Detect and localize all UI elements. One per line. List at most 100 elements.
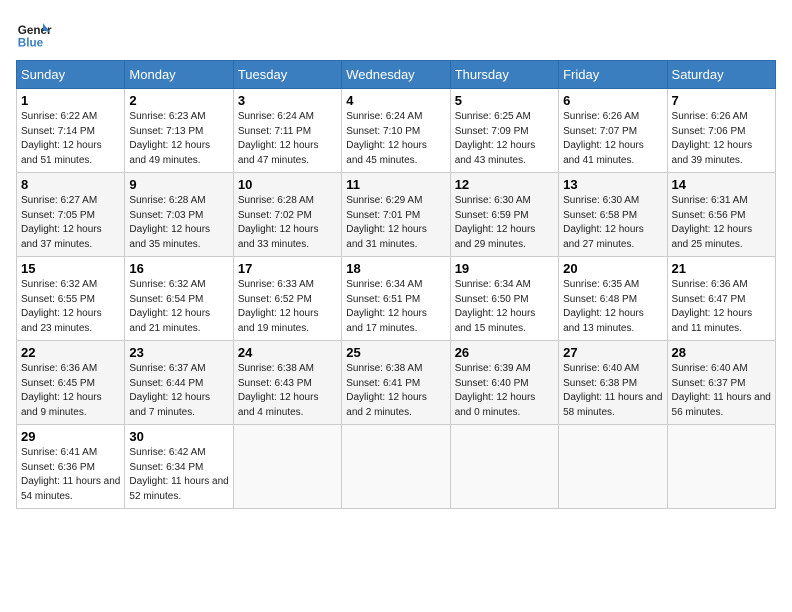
calendar-cell: 24 Sunrise: 6:38 AM Sunset: 6:43 PM Dayl… bbox=[233, 341, 341, 425]
day-number: 6 bbox=[563, 93, 662, 108]
day-info: Sunrise: 6:34 AM Sunset: 6:51 PM Dayligh… bbox=[346, 278, 445, 336]
calendar-cell: 20 Sunrise: 6:35 AM Sunset: 6:48 PM Dayl… bbox=[559, 257, 667, 341]
calendar-cell: 26 Sunrise: 6:39 AM Sunset: 6:40 PM Dayl… bbox=[450, 341, 558, 425]
weekday-header-saturday: Saturday bbox=[667, 61, 775, 89]
day-info: Sunrise: 6:41 AM Sunset: 6:36 PM Dayligh… bbox=[21, 446, 120, 504]
day-number: 27 bbox=[563, 345, 662, 360]
day-info: Sunrise: 6:28 AM Sunset: 7:03 PM Dayligh… bbox=[129, 194, 228, 252]
day-number: 10 bbox=[238, 177, 337, 192]
calendar-cell: 6 Sunrise: 6:26 AM Sunset: 7:07 PM Dayli… bbox=[559, 89, 667, 173]
day-number: 14 bbox=[672, 177, 771, 192]
day-number: 15 bbox=[21, 261, 120, 276]
weekday-header-monday: Monday bbox=[125, 61, 233, 89]
calendar-cell: 22 Sunrise: 6:36 AM Sunset: 6:45 PM Dayl… bbox=[17, 341, 125, 425]
calendar-cell: 9 Sunrise: 6:28 AM Sunset: 7:03 PM Dayli… bbox=[125, 173, 233, 257]
day-info: Sunrise: 6:40 AM Sunset: 6:38 PM Dayligh… bbox=[563, 362, 662, 420]
calendar-cell: 19 Sunrise: 6:34 AM Sunset: 6:50 PM Dayl… bbox=[450, 257, 558, 341]
calendar-cell: 29 Sunrise: 6:41 AM Sunset: 6:36 PM Dayl… bbox=[17, 425, 125, 509]
day-info: Sunrise: 6:24 AM Sunset: 7:10 PM Dayligh… bbox=[346, 110, 445, 168]
day-info: Sunrise: 6:25 AM Sunset: 7:09 PM Dayligh… bbox=[455, 110, 554, 168]
day-number: 21 bbox=[672, 261, 771, 276]
calendar-cell bbox=[559, 425, 667, 509]
calendar-cell: 11 Sunrise: 6:29 AM Sunset: 7:01 PM Dayl… bbox=[342, 173, 450, 257]
day-number: 28 bbox=[672, 345, 771, 360]
day-number: 2 bbox=[129, 93, 228, 108]
day-info: Sunrise: 6:27 AM Sunset: 7:05 PM Dayligh… bbox=[21, 194, 120, 252]
calendar-cell: 1 Sunrise: 6:22 AM Sunset: 7:14 PM Dayli… bbox=[17, 89, 125, 173]
calendar-cell bbox=[450, 425, 558, 509]
day-number: 7 bbox=[672, 93, 771, 108]
day-number: 20 bbox=[563, 261, 662, 276]
day-number: 19 bbox=[455, 261, 554, 276]
calendar-cell: 14 Sunrise: 6:31 AM Sunset: 6:56 PM Dayl… bbox=[667, 173, 775, 257]
logo-icon: General Blue bbox=[16, 16, 52, 52]
day-number: 18 bbox=[346, 261, 445, 276]
day-info: Sunrise: 6:32 AM Sunset: 6:54 PM Dayligh… bbox=[129, 278, 228, 336]
day-info: Sunrise: 6:31 AM Sunset: 6:56 PM Dayligh… bbox=[672, 194, 771, 252]
day-number: 25 bbox=[346, 345, 445, 360]
day-info: Sunrise: 6:38 AM Sunset: 6:41 PM Dayligh… bbox=[346, 362, 445, 420]
day-info: Sunrise: 6:37 AM Sunset: 6:44 PM Dayligh… bbox=[129, 362, 228, 420]
calendar-cell: 3 Sunrise: 6:24 AM Sunset: 7:11 PM Dayli… bbox=[233, 89, 341, 173]
day-number: 3 bbox=[238, 93, 337, 108]
calendar-cell: 8 Sunrise: 6:27 AM Sunset: 7:05 PM Dayli… bbox=[17, 173, 125, 257]
weekday-header-wednesday: Wednesday bbox=[342, 61, 450, 89]
day-info: Sunrise: 6:26 AM Sunset: 7:06 PM Dayligh… bbox=[672, 110, 771, 168]
day-number: 4 bbox=[346, 93, 445, 108]
day-number: 17 bbox=[238, 261, 337, 276]
calendar-cell: 28 Sunrise: 6:40 AM Sunset: 6:37 PM Dayl… bbox=[667, 341, 775, 425]
logo: General Blue bbox=[16, 16, 52, 52]
weekday-header-tuesday: Tuesday bbox=[233, 61, 341, 89]
day-number: 23 bbox=[129, 345, 228, 360]
day-info: Sunrise: 6:38 AM Sunset: 6:43 PM Dayligh… bbox=[238, 362, 337, 420]
calendar: SundayMondayTuesdayWednesdayThursdayFrid… bbox=[16, 60, 776, 509]
day-info: Sunrise: 6:28 AM Sunset: 7:02 PM Dayligh… bbox=[238, 194, 337, 252]
calendar-cell: 4 Sunrise: 6:24 AM Sunset: 7:10 PM Dayli… bbox=[342, 89, 450, 173]
calendar-cell: 13 Sunrise: 6:30 AM Sunset: 6:58 PM Dayl… bbox=[559, 173, 667, 257]
day-info: Sunrise: 6:36 AM Sunset: 6:47 PM Dayligh… bbox=[672, 278, 771, 336]
day-number: 1 bbox=[21, 93, 120, 108]
calendar-cell: 12 Sunrise: 6:30 AM Sunset: 6:59 PM Dayl… bbox=[450, 173, 558, 257]
calendar-cell: 18 Sunrise: 6:34 AM Sunset: 6:51 PM Dayl… bbox=[342, 257, 450, 341]
day-info: Sunrise: 6:40 AM Sunset: 6:37 PM Dayligh… bbox=[672, 362, 771, 420]
day-info: Sunrise: 6:36 AM Sunset: 6:45 PM Dayligh… bbox=[21, 362, 120, 420]
day-info: Sunrise: 6:24 AM Sunset: 7:11 PM Dayligh… bbox=[238, 110, 337, 168]
calendar-cell: 21 Sunrise: 6:36 AM Sunset: 6:47 PM Dayl… bbox=[667, 257, 775, 341]
day-info: Sunrise: 6:32 AM Sunset: 6:55 PM Dayligh… bbox=[21, 278, 120, 336]
weekday-header-thursday: Thursday bbox=[450, 61, 558, 89]
day-info: Sunrise: 6:35 AM Sunset: 6:48 PM Dayligh… bbox=[563, 278, 662, 336]
day-number: 26 bbox=[455, 345, 554, 360]
calendar-cell: 16 Sunrise: 6:32 AM Sunset: 6:54 PM Dayl… bbox=[125, 257, 233, 341]
day-number: 11 bbox=[346, 177, 445, 192]
day-info: Sunrise: 6:23 AM Sunset: 7:13 PM Dayligh… bbox=[129, 110, 228, 168]
calendar-cell: 10 Sunrise: 6:28 AM Sunset: 7:02 PM Dayl… bbox=[233, 173, 341, 257]
calendar-cell bbox=[667, 425, 775, 509]
calendar-cell: 27 Sunrise: 6:40 AM Sunset: 6:38 PM Dayl… bbox=[559, 341, 667, 425]
calendar-cell bbox=[342, 425, 450, 509]
svg-text:Blue: Blue bbox=[18, 37, 44, 50]
calendar-cell: 25 Sunrise: 6:38 AM Sunset: 6:41 PM Dayl… bbox=[342, 341, 450, 425]
calendar-cell: 7 Sunrise: 6:26 AM Sunset: 7:06 PM Dayli… bbox=[667, 89, 775, 173]
day-info: Sunrise: 6:42 AM Sunset: 6:34 PM Dayligh… bbox=[129, 446, 228, 504]
day-number: 12 bbox=[455, 177, 554, 192]
day-info: Sunrise: 6:26 AM Sunset: 7:07 PM Dayligh… bbox=[563, 110, 662, 168]
calendar-cell: 15 Sunrise: 6:32 AM Sunset: 6:55 PM Dayl… bbox=[17, 257, 125, 341]
day-number: 8 bbox=[21, 177, 120, 192]
calendar-cell: 5 Sunrise: 6:25 AM Sunset: 7:09 PM Dayli… bbox=[450, 89, 558, 173]
day-number: 29 bbox=[21, 429, 120, 444]
day-number: 22 bbox=[21, 345, 120, 360]
day-number: 13 bbox=[563, 177, 662, 192]
day-number: 30 bbox=[129, 429, 228, 444]
day-info: Sunrise: 6:29 AM Sunset: 7:01 PM Dayligh… bbox=[346, 194, 445, 252]
day-info: Sunrise: 6:39 AM Sunset: 6:40 PM Dayligh… bbox=[455, 362, 554, 420]
day-info: Sunrise: 6:22 AM Sunset: 7:14 PM Dayligh… bbox=[21, 110, 120, 168]
calendar-cell: 17 Sunrise: 6:33 AM Sunset: 6:52 PM Dayl… bbox=[233, 257, 341, 341]
weekday-header-friday: Friday bbox=[559, 61, 667, 89]
day-info: Sunrise: 6:34 AM Sunset: 6:50 PM Dayligh… bbox=[455, 278, 554, 336]
calendar-cell: 2 Sunrise: 6:23 AM Sunset: 7:13 PM Dayli… bbox=[125, 89, 233, 173]
day-number: 24 bbox=[238, 345, 337, 360]
page-header: General Blue bbox=[16, 16, 776, 52]
day-info: Sunrise: 6:30 AM Sunset: 6:58 PM Dayligh… bbox=[563, 194, 662, 252]
day-info: Sunrise: 6:30 AM Sunset: 6:59 PM Dayligh… bbox=[455, 194, 554, 252]
calendar-cell bbox=[233, 425, 341, 509]
